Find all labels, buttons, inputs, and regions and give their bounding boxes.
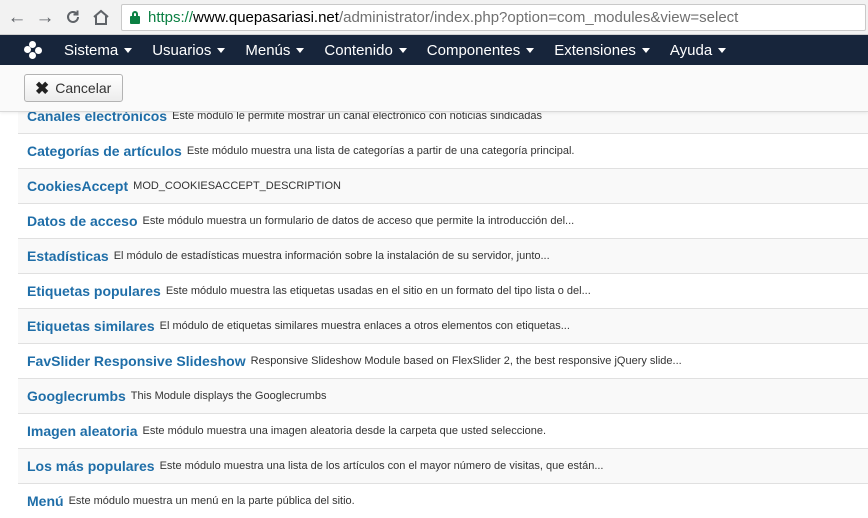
url-path: /administrator/index.php?option=com_modu…	[338, 8, 739, 26]
menu-label: Contenido	[324, 41, 393, 59]
menu-label: Extensiones	[554, 41, 636, 59]
menu-label: Sistema	[64, 41, 119, 59]
module-link[interactable]: Los más populares	[27, 458, 155, 474]
list-item: Estadísticas El módulo de estadísticas mu…	[18, 238, 868, 273]
list-item: Etiquetas populares Este módulo muestra l…	[18, 273, 868, 308]
menu-contenido[interactable]: Contenido	[324, 41, 407, 59]
module-list: Canales electrónicos Este módulo le permi…	[18, 98, 868, 518]
list-item: Menú Este módulo muestra un menú en la pa…	[18, 483, 868, 518]
cancel-button[interactable]: ✖ Cancelar	[24, 74, 124, 102]
list-item: CookiesAccept MOD_COOKIESACCEPT_DESCRIPTI…	[18, 168, 868, 203]
list-item: Googlecrumbs This Module displays the Goo…	[18, 378, 868, 413]
url-scheme: https://	[148, 8, 194, 26]
caret-down-icon	[398, 47, 407, 53]
address-bar[interactable]: https://www.quepasariasi.net/administrat…	[121, 3, 866, 31]
list-item: FavSlider Responsive Slideshow Responsive…	[18, 343, 868, 378]
module-description: El módulo de estadísticas muestra inform…	[113, 250, 550, 262]
caret-down-icon	[217, 47, 226, 53]
module-description: Este módulo muestra un formulario de dat…	[142, 215, 575, 227]
back-arrow-icon[interactable]: ←	[3, 3, 31, 31]
caret-down-icon	[296, 47, 305, 53]
cancel-label: Cancelar	[55, 80, 112, 96]
module-link[interactable]: FavSlider Responsive Slideshow	[27, 353, 246, 369]
module-link[interactable]: Imagen aleatoria	[27, 423, 138, 439]
caret-down-icon	[718, 47, 727, 53]
menu-sistema[interactable]: Sistema	[64, 41, 133, 59]
menu-label: Usuarios	[152, 41, 212, 59]
menu-label: Componentes	[426, 41, 521, 59]
menu-menus[interactable]: Menús	[245, 41, 305, 59]
module-description: Este módulo muestra las etiquetas usadas…	[165, 285, 591, 297]
url-host: www.quepasariasi.net	[193, 8, 339, 26]
admin-navbar: Sistema Usuarios Menús Contenido Compone…	[0, 35, 868, 65]
home-icon[interactable]	[87, 3, 115, 31]
module-link[interactable]: Etiquetas populares	[27, 283, 161, 299]
module-link[interactable]: CookiesAccept	[27, 178, 128, 194]
menu-componentes[interactable]: Componentes	[426, 41, 535, 59]
browser-toolbar: ← → https://www.quepasariasi.net/adminis…	[0, 0, 868, 35]
caret-down-icon	[526, 47, 535, 53]
module-link[interactable]: Estadísticas	[27, 248, 109, 264]
close-icon: ✖	[35, 78, 50, 98]
module-link[interactable]: Datos de acceso	[27, 213, 138, 229]
module-description: This Module displays the Googlecrumbs	[130, 390, 327, 402]
list-item: Datos de acceso Este módulo muestra un fo…	[18, 203, 868, 238]
caret-down-icon	[641, 47, 650, 53]
joomla-logo-icon[interactable]	[24, 41, 42, 59]
module-description: Este módulo muestra un menú en la parte …	[68, 495, 355, 507]
list-item: Los más populares Este módulo muestra una…	[18, 448, 868, 483]
module-link[interactable]: Menú	[27, 493, 64, 509]
module-description: El módulo de etiquetas similares muestra…	[159, 320, 570, 332]
list-item: Categorías de artículos Este módulo muest…	[18, 133, 868, 168]
module-description: Este módulo muestra una lista de categor…	[186, 145, 575, 157]
forward-arrow-icon[interactable]: →	[31, 3, 59, 31]
menu-label: Menús	[245, 41, 291, 59]
menu-usuarios[interactable]: Usuarios	[152, 41, 226, 59]
caret-down-icon	[124, 47, 133, 53]
module-description: Responsive Slideshow Module based on Fle…	[250, 355, 682, 367]
menu-ayuda[interactable]: Ayuda	[669, 41, 727, 59]
lock-icon	[130, 10, 140, 24]
module-description: Este módulo muestra una lista de los art…	[159, 460, 604, 472]
reload-icon[interactable]	[59, 3, 87, 31]
list-item: Imagen aleatoria Este módulo muestra una …	[18, 413, 868, 448]
list-item: Etiquetas similares El módulo de etiqueta…	[18, 308, 868, 343]
module-link[interactable]: Googlecrumbs	[27, 388, 126, 404]
module-description: Este módulo muestra una imagen aleatoria…	[142, 425, 547, 437]
toolbar: ✖ Cancelar	[0, 65, 868, 112]
menu-extensiones[interactable]: Extensiones	[554, 42, 650, 59]
module-link[interactable]: Etiquetas similares	[27, 318, 155, 334]
module-description: MOD_COOKIESACCEPT_DESCRIPTION	[133, 180, 341, 192]
module-link[interactable]: Categorías de artículos	[27, 143, 182, 159]
menu-label: Ayuda	[669, 41, 713, 59]
